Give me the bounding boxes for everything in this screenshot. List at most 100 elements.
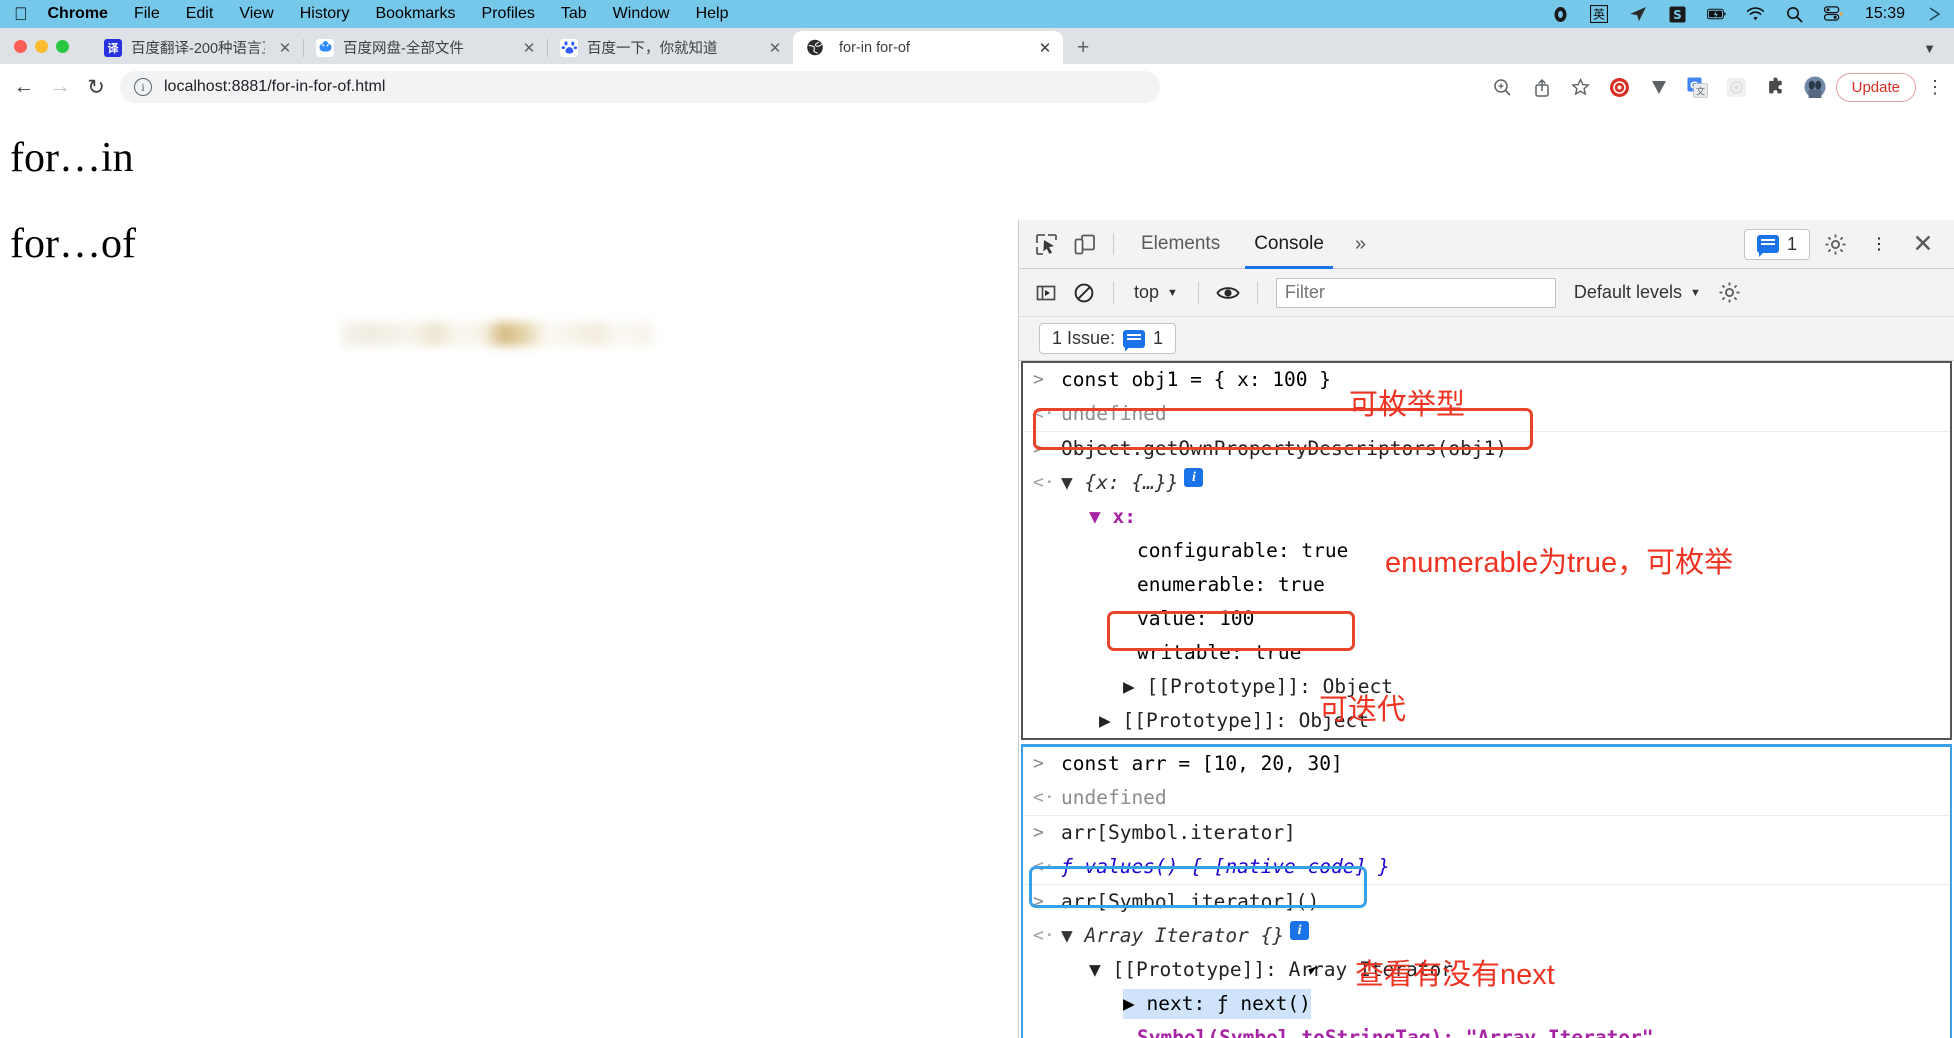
tab-title: for-in for-of	[839, 39, 910, 56]
viewport: for…in for…of Elements Console » 1 ⋮ ✕ t…	[0, 110, 1954, 1038]
console-row-text: undefined	[1061, 402, 1167, 425]
window-maximize-button[interactable]	[56, 39, 69, 53]
tab-close-button[interactable]: ✕	[277, 39, 293, 57]
console-gutter-output-icon: <·	[1033, 787, 1055, 808]
console-settings-gear-icon[interactable]	[1711, 274, 1749, 312]
tab-search-chevron-down-icon[interactable]: ▼	[1923, 41, 1936, 56]
spotlight-search-icon[interactable]	[1785, 5, 1804, 24]
console-row-input[interactable]: > const arr = [10, 20, 30]	[1023, 747, 1950, 781]
browser-tab-0[interactable]: 译 百度翻译-200种语言互译、沟通 ✕	[91, 31, 304, 64]
chevrons-right-icon[interactable]: »	[1341, 233, 1380, 256]
bookmark-star-icon[interactable]	[1570, 76, 1592, 98]
omnibox-action-icons: G文	[1492, 76, 1830, 98]
menu-item-edit[interactable]: Edit	[186, 5, 214, 23]
extensions-puzzle-icon[interactable]	[1765, 76, 1787, 98]
info-badge-icon[interactable]: i	[1184, 468, 1204, 487]
info-badge-icon[interactable]: i	[1290, 921, 1310, 940]
menu-item-window[interactable]: Window	[613, 5, 670, 23]
issue-count: 1	[1153, 328, 1164, 348]
console-sidebar-icon[interactable]	[1027, 274, 1065, 312]
sogou-icon[interactable]: S	[1668, 5, 1687, 24]
gear-icon[interactable]	[1816, 225, 1854, 263]
menu-item-chrome[interactable]: Chrome	[48, 5, 108, 23]
back-arrow-icon[interactable]: ←	[6, 69, 42, 105]
console-gutter-input-icon: >	[1033, 891, 1044, 912]
info-circle-icon[interactable]: i	[134, 78, 152, 96]
menubar-chevron-icon[interactable]	[1925, 5, 1944, 24]
issue-summary-button[interactable]: 1 Issue: 1	[1039, 323, 1177, 354]
log-levels-selector[interactable]: Default levels ▼	[1564, 282, 1711, 303]
menubar-clock[interactable]: 15:39	[1865, 5, 1905, 23]
tab-favicon-globe	[806, 39, 824, 57]
menu-item-tab[interactable]: Tab	[561, 5, 587, 23]
reload-icon[interactable]: ↻	[78, 69, 114, 105]
console-row-input[interactable]: > arr[Symbol.iterator]	[1023, 816, 1950, 850]
console-gutter-output-icon: <·	[1033, 472, 1055, 493]
console-row-text[interactable]: ▼ {x: {…}}	[1061, 468, 1178, 498]
window-close-button[interactable]	[14, 39, 27, 53]
devtools-kebab-menu-icon[interactable]: ⋮	[1860, 225, 1898, 263]
menu-item-profiles[interactable]: Profiles	[482, 5, 535, 23]
console-filter-input[interactable]: Filter	[1275, 277, 1556, 308]
wifi-icon[interactable]	[1746, 5, 1765, 24]
console-log[interactable]: > const obj1 = { x: 100 } <· undefined >…	[1019, 361, 1954, 1038]
google-translate-icon[interactable]: G文	[1687, 76, 1709, 98]
device-toolbar-icon[interactable]	[1065, 225, 1103, 263]
inspect-element-icon[interactable]	[1027, 225, 1065, 263]
filterbar-divider	[1113, 281, 1114, 304]
address-bar[interactable]: i localhost:8881/for-in-for-of.html	[120, 71, 1160, 103]
console-row-input-highlighted[interactable]: > arr[Symbol.iterator]()	[1023, 885, 1950, 919]
update-button[interactable]: Update	[1835, 72, 1916, 102]
battery-charging-icon[interactable]	[1706, 5, 1726, 24]
console-row-input[interactable]: > Object.getOwnPropertyDescriptors(obj1)	[1023, 432, 1950, 466]
input-method-chinese-icon[interactable]: 英	[1590, 5, 1609, 24]
console-tree-row: value: 100	[1023, 602, 1950, 636]
tab-close-button[interactable]: ✕	[1037, 39, 1053, 57]
live-expression-eye-icon[interactable]	[1209, 274, 1247, 312]
tab-elements[interactable]: Elements	[1124, 220, 1237, 269]
menu-item-file[interactable]: File	[134, 5, 160, 23]
execution-context-selector[interactable]: top ▼	[1124, 282, 1188, 303]
tab-close-button[interactable]: ✕	[521, 39, 537, 57]
console-gutter-input-icon: >	[1033, 438, 1044, 459]
extension-v-icon[interactable]	[1648, 76, 1670, 98]
annotation-enumerable-true: enumerable为true，可枚举	[1385, 547, 1734, 579]
macos-menu-bar:  Chrome File Edit View History Bookmark…	[0, 0, 1954, 28]
extension-red-icon[interactable]	[1609, 76, 1631, 98]
kebab-menu-icon[interactable]: ⋮	[1926, 78, 1944, 96]
new-tab-button[interactable]: +	[1077, 37, 1089, 58]
console-row-output: <· undefined	[1023, 397, 1950, 432]
console-tree-row[interactable]: ▶ [[Prototype]]: Object	[1023, 670, 1950, 704]
share-icon[interactable]	[1531, 76, 1553, 98]
console-tree-row[interactable]: ▼ x:	[1023, 500, 1950, 534]
issues-badge-button[interactable]: 1	[1743, 228, 1810, 260]
console-row-output: <· ▼ Array Iterator {} i	[1023, 919, 1950, 953]
menu-item-help[interactable]: Help	[696, 5, 729, 23]
console-row-text[interactable]: ▼ Array Iterator {}	[1061, 921, 1284, 951]
window-minimize-button[interactable]	[35, 39, 48, 53]
browser-tab-1[interactable]: 百度网盘-全部文件 ✕	[303, 31, 548, 64]
console-row-output: <· ▼ {x: {…}} i	[1023, 466, 1950, 500]
filterbar-divider-2	[1197, 281, 1199, 304]
profile-avatar-icon[interactable]	[1804, 76, 1826, 98]
blurred-text-strip	[342, 322, 652, 346]
menu-item-bookmarks[interactable]: Bookmarks	[375, 5, 455, 23]
console-tree-row[interactable]: ▶ [[Prototype]]: Object	[1023, 704, 1950, 738]
menu-item-view[interactable]: View	[239, 5, 273, 23]
apple-icon[interactable]: 	[14, 5, 28, 23]
control-center-icon[interactable]	[1823, 5, 1843, 24]
browser-tab-3-active[interactable]: for-in for-of ✕	[793, 31, 1063, 64]
recording-icon[interactable]	[1551, 5, 1570, 24]
clear-console-icon[interactable]	[1065, 274, 1103, 312]
console-row-text: ▶ next: ƒ next()	[1123, 989, 1311, 1019]
menu-item-history[interactable]: History	[300, 5, 350, 23]
forward-arrow-icon[interactable]: →	[42, 69, 78, 105]
tab-console[interactable]: Console	[1237, 220, 1341, 269]
extension-grey-icon[interactable]	[1726, 76, 1748, 98]
browser-tab-2[interactable]: 百度一下，你就知道 ✕	[547, 31, 794, 64]
devtools-close-icon[interactable]: ✕	[1904, 225, 1942, 263]
zoom-icon[interactable]	[1492, 76, 1514, 98]
tab-close-button[interactable]: ✕	[767, 39, 783, 57]
telegram-icon[interactable]	[1629, 5, 1648, 24]
console-row-input[interactable]: > const obj1 = { x: 100 }	[1023, 363, 1950, 397]
